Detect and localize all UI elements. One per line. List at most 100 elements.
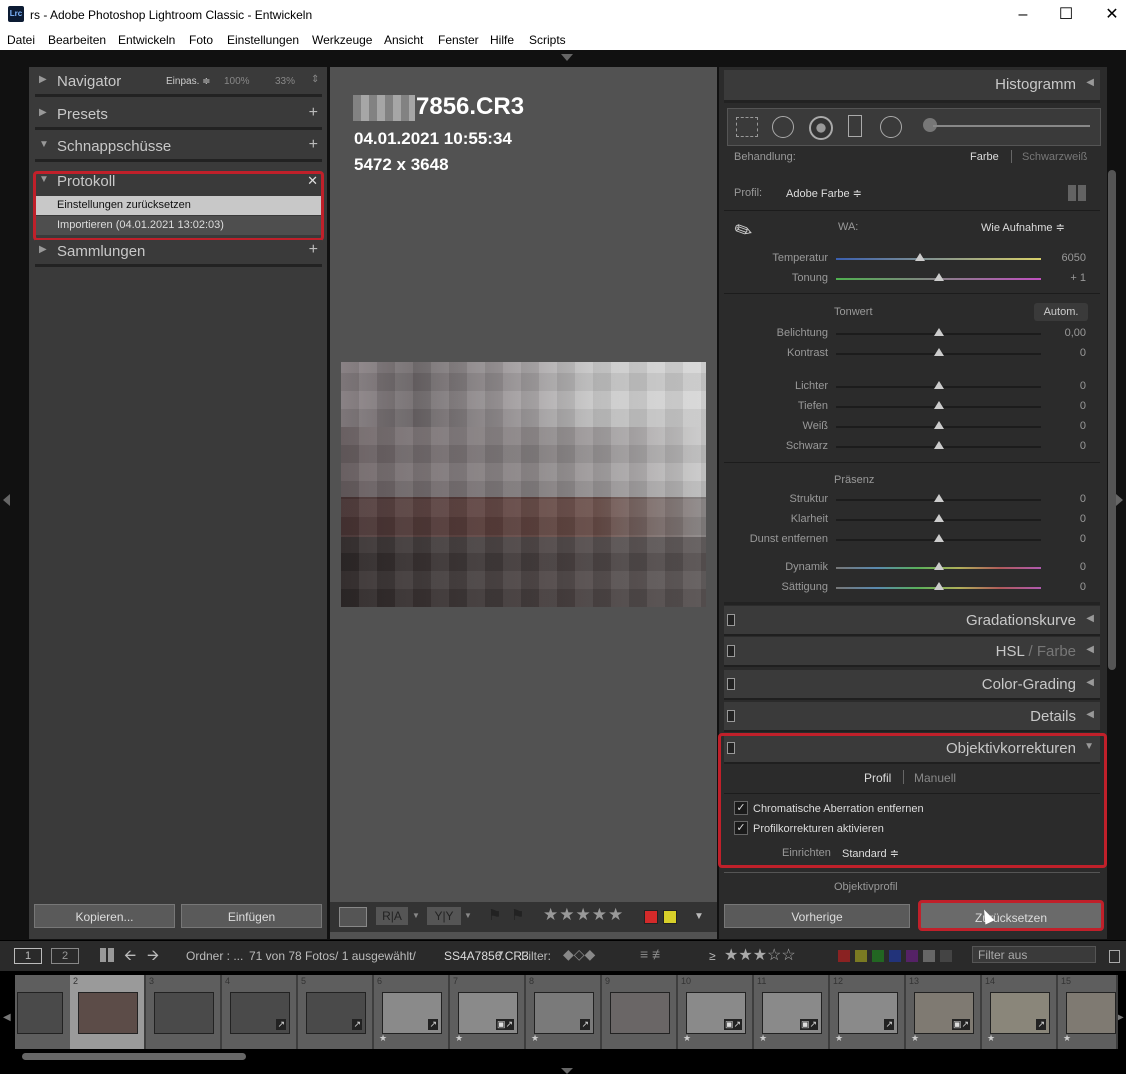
auto-tone-button[interactable]: Autom. xyxy=(1034,303,1088,321)
arrow-left-icon[interactable]: 🡨 xyxy=(124,945,136,970)
source-label[interactable]: Ordner : ... xyxy=(186,949,243,963)
add-collection-icon[interactable]: + xyxy=(309,241,318,259)
tone-curve-panel-header[interactable]: Gradationskurve ◀ xyxy=(724,606,1100,636)
panel-switch-icon[interactable] xyxy=(727,710,735,722)
histogram-header[interactable]: Histogramm ◀ xyxy=(724,70,1100,100)
add-preset-icon[interactable]: + xyxy=(309,104,318,122)
top-panel-toggle-icon[interactable] xyxy=(561,54,573,61)
add-snapshot-icon[interactable]: + xyxy=(309,136,318,154)
slider-knob[interactable] xyxy=(934,582,944,590)
filmstrip-thumbnail[interactable]: 11 ▣↗ ★ xyxy=(754,975,830,1049)
slider-knob[interactable] xyxy=(934,514,944,522)
slider-weiss[interactable]: Weiß 0 xyxy=(724,417,1100,437)
filmstrip-thumbnail[interactable]: 7 ▣↗ ★ xyxy=(450,975,526,1049)
slider-klarheit[interactable]: Klarheit 0 xyxy=(724,510,1100,530)
blue-color-filter[interactable] xyxy=(889,950,901,962)
details-panel-header[interactable]: Details ◀ xyxy=(724,702,1100,732)
spot-removal-tool-icon[interactable] xyxy=(772,116,794,138)
maximize-icon[interactable]: ☐ xyxy=(1043,0,1089,30)
panel-switch-icon[interactable] xyxy=(727,678,735,690)
filter-preset-select[interactable]: Filter aus xyxy=(972,946,1096,963)
filmstrip-thumbnail[interactable]: 9 xyxy=(602,975,678,1049)
filmstrip-thumbnail[interactable]: 3 xyxy=(146,975,222,1049)
filmstrip-thumbnail[interactable]: 13 ▣↗ ★ xyxy=(906,975,982,1049)
radial-filter-icon[interactable] xyxy=(880,116,902,138)
menu-ansicht[interactable]: Ansicht xyxy=(384,33,423,47)
filmstrip-thumbnail[interactable]: 5 ↗ xyxy=(298,975,374,1049)
custom-color-filter[interactable] xyxy=(923,950,935,962)
snapshots-header[interactable]: ▼ Schnappschüsse + xyxy=(35,135,322,162)
slider-knob[interactable] xyxy=(934,381,944,389)
menu-scripts[interactable]: Scripts xyxy=(529,33,566,47)
navigator-fit-select[interactable]: Einpas. ≑ xyxy=(166,76,211,87)
navigator-header[interactable]: ▶ Navigator Einpas. ≑ 100% 33% ⇕ xyxy=(35,70,322,97)
purple-color-filter[interactable] xyxy=(906,950,918,962)
menu-entwickeln[interactable]: Entwickeln xyxy=(118,33,175,47)
minimize-icon[interactable]: – xyxy=(1000,0,1046,30)
navigator-zoom-33[interactable]: 33% xyxy=(275,76,295,87)
zoom-stepper-icon[interactable]: ⇕ xyxy=(311,74,319,85)
collapse-triangle-icon[interactable]: ◀ xyxy=(1086,77,1094,88)
toolbar-options-icon[interactable]: ▼ xyxy=(694,911,704,922)
chevron-down-icon[interactable]: ▼ xyxy=(497,949,505,958)
menu-werkzeuge[interactable]: Werkzeuge xyxy=(312,33,372,47)
tool-slider[interactable] xyxy=(933,125,1090,127)
copy-button[interactable]: Kopieren... xyxy=(34,904,175,928)
slider-knob[interactable] xyxy=(934,421,944,429)
arrow-right-icon[interactable]: 🡪 xyxy=(147,945,159,970)
no-color-filter[interactable] xyxy=(940,950,952,962)
wb-select[interactable]: Wie Aufnahme ≑ xyxy=(981,221,1065,234)
slider-knob[interactable] xyxy=(934,348,944,356)
graduated-filter-icon[interactable] xyxy=(848,115,862,137)
rating-filter-stars[interactable]: ★★★☆☆ xyxy=(724,945,796,965)
panel-switch-icon[interactable] xyxy=(727,645,735,657)
close-icon[interactable]: ✕ xyxy=(1089,0,1126,30)
bottom-panel-toggle-icon[interactable] xyxy=(561,1068,573,1074)
profile-select[interactable]: Adobe Farbe ≑ xyxy=(786,187,862,200)
reset-button[interactable]: Zurücksetzen xyxy=(918,900,1104,931)
chevron-down-icon[interactable]: ▼ xyxy=(464,911,472,920)
slider-knob[interactable] xyxy=(934,534,944,542)
before-after-swap-icon[interactable]: Y|Y xyxy=(427,907,461,925)
red-eye-tool-icon[interactable] xyxy=(809,116,833,140)
green-color-filter[interactable] xyxy=(872,950,884,962)
main-window-button[interactable]: 1 xyxy=(14,948,42,964)
flag-filter-icons[interactable]: ◆◇◆ xyxy=(563,946,595,963)
panel-switch-icon[interactable] xyxy=(727,614,735,626)
filmstrip-thumbnail-selected[interactable]: 2 xyxy=(70,975,146,1049)
right-panel-scrollbar[interactable] xyxy=(1108,170,1116,670)
menu-foto[interactable]: Foto xyxy=(189,33,213,47)
grid-view-icon[interactable] xyxy=(100,948,114,962)
star-rating[interactable]: ★★★★★ xyxy=(543,905,624,925)
menu-hilfe[interactable]: Hilfe xyxy=(490,33,514,47)
color-grading-panel-header[interactable]: Color-Grading ◀ xyxy=(724,670,1100,700)
before-after-view-icon[interactable]: R|A xyxy=(376,907,408,925)
filmstrip-scroll-left-icon[interactable]: ◀ xyxy=(3,1012,11,1023)
slider-lichter[interactable]: Lichter 0 xyxy=(724,377,1100,397)
second-window-button[interactable]: 2 xyxy=(51,948,79,964)
photo-preview-pixelated[interactable] xyxy=(341,362,706,607)
menu-einstellungen[interactable]: Einstellungen xyxy=(227,33,299,47)
right-panel-toggle-icon[interactable] xyxy=(1116,494,1123,506)
treatment-color-option[interactable]: Farbe xyxy=(970,151,999,163)
slider-knob[interactable] xyxy=(934,273,944,281)
collections-header[interactable]: ▶ Sammlungen + xyxy=(35,240,322,267)
menu-fenster[interactable]: Fenster xyxy=(438,33,479,47)
filter-lock-icon[interactable] xyxy=(1109,950,1120,963)
slider-dynamik[interactable]: Dynamik 0 xyxy=(724,558,1100,578)
red-color-filter[interactable] xyxy=(838,950,850,962)
profile-browser-icon[interactable] xyxy=(1068,185,1086,201)
loupe-view-icon[interactable] xyxy=(339,907,367,927)
menu-bearbeiten[interactable]: Bearbeiten xyxy=(48,33,106,47)
filmstrip-thumbnail[interactable] xyxy=(15,975,72,1049)
slider-knob[interactable] xyxy=(934,441,944,449)
slider-tonung[interactable]: Tonung + 1 xyxy=(724,269,1100,289)
slider-tiefen[interactable]: Tiefen 0 xyxy=(724,397,1100,417)
yellow-color-filter[interactable] xyxy=(855,950,867,962)
slider-dunst-entfernen[interactable]: Dunst entfernen 0 xyxy=(724,530,1100,550)
crop-tool-icon[interactable] xyxy=(736,117,758,137)
slider-knob[interactable] xyxy=(934,562,944,570)
filmstrip-thumbnail[interactable]: 15 ★ xyxy=(1058,975,1118,1049)
reject-flag-icon[interactable]: ⚑ xyxy=(511,906,524,924)
slider-struktur[interactable]: Struktur 0 xyxy=(724,490,1100,510)
